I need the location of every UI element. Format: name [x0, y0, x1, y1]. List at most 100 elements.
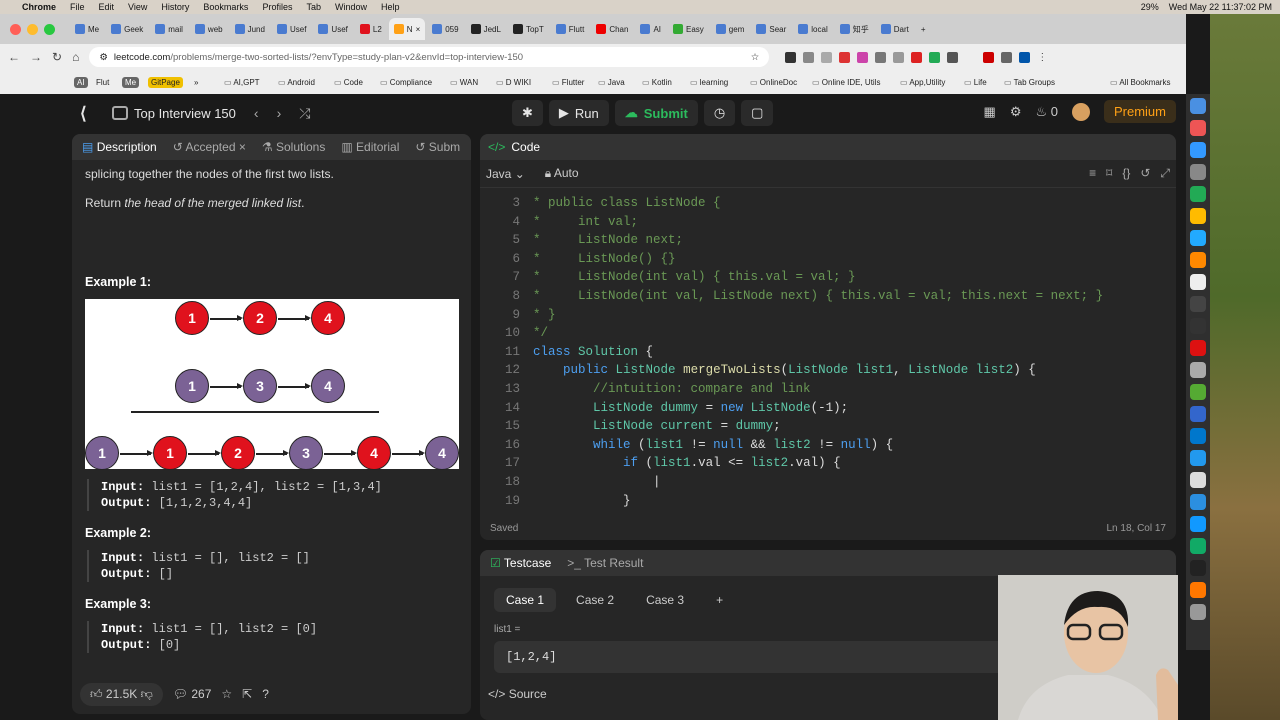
all-bookmarks[interactable]: All Bookmarks [1110, 78, 1170, 87]
app-icon[interactable] [1190, 186, 1206, 202]
tab-editorial[interactable]: ▥ Editorial [341, 140, 399, 154]
puzzle-icon[interactable] [947, 51, 959, 63]
tab-testcase[interactable]: ☑ Testcase [490, 556, 551, 570]
back-icon[interactable]: ← [8, 50, 20, 64]
bookmark-folder[interactable]: Life [964, 78, 987, 87]
browser-tab[interactable]: L2 [355, 18, 387, 40]
tab-test-result[interactable]: >_ Test Result [567, 556, 643, 570]
vscode-icon[interactable] [1190, 428, 1206, 444]
avatar[interactable] [1071, 102, 1090, 121]
bookmark-folder[interactable]: Kotlin [642, 78, 672, 87]
extension-icon[interactable] [785, 51, 797, 63]
code-editor[interactable]: 3 * public class ListNode {4 * int val; 5 * … [480, 188, 1176, 514]
browser-tab[interactable]: Dart [876, 18, 914, 40]
browser-tab[interactable]: web [190, 18, 228, 40]
address-bar[interactable]: ⚙ leetcode.com/problems/merge-two-sorted… [89, 47, 770, 67]
extension-icon[interactable] [929, 51, 941, 63]
browser-tab[interactable]: Sear [751, 18, 791, 40]
browser-tab[interactable]: Easy [668, 18, 709, 40]
streak-counter[interactable]: ♨ 0 [1035, 104, 1058, 120]
case-2-button[interactable]: Case 2 [564, 588, 626, 612]
bookmark-folder[interactable]: learning [690, 78, 728, 87]
code-line[interactable]: * ListNode next; [533, 231, 683, 250]
bookmark-item[interactable]: AI [74, 76, 88, 88]
minimize-window-button[interactable] [27, 24, 38, 35]
bookmark-folder[interactable]: Online IDE, Utils [812, 78, 881, 87]
layout-icon[interactable]: ▦ [984, 104, 996, 120]
app-icon[interactable] [1190, 494, 1206, 510]
code-line[interactable]: * ListNode(int val) { this.val = val; } [533, 268, 856, 287]
home-icon[interactable]: ⌂ [72, 50, 79, 64]
reload-icon[interactable]: ↻ [52, 50, 62, 64]
app-icon[interactable] [1190, 98, 1206, 114]
bookmark-item[interactable]: Flut [96, 78, 109, 87]
bookmark-folder[interactable]: OnlineDoc [750, 78, 797, 87]
menu-profiles[interactable]: Profiles [262, 2, 292, 12]
bookmark-folder[interactable]: Java [598, 78, 625, 87]
extension-icon[interactable] [821, 51, 833, 63]
app-icon[interactable] [1190, 164, 1206, 180]
tab-solutions[interactable]: ⚗ Solutions [262, 140, 325, 154]
profile-icon[interactable] [1019, 51, 1031, 63]
browser-tab[interactable]: Me [70, 18, 104, 40]
browser-tab[interactable]: JedL [466, 18, 506, 40]
code-line[interactable]: if (list1.val <= list2.val) { [533, 454, 841, 473]
forward-icon[interactable]: → [30, 50, 42, 64]
code-line[interactable]: class Solution { [533, 343, 653, 362]
bookmark-folder[interactable]: Code [334, 78, 363, 87]
code-line[interactable]: ListNode current = dummy; [533, 417, 781, 436]
extension-icon[interactable] [857, 51, 869, 63]
bookmark-folder[interactable]: Android [278, 78, 315, 87]
menu-app-name[interactable]: Chrome [22, 2, 56, 12]
bookmark-folder[interactable]: AI,GPT [224, 78, 259, 87]
vlc-icon[interactable] [1190, 582, 1206, 598]
leetcode-logo-icon[interactable]: ⟨ [80, 104, 98, 123]
debug-icon[interactable]: ✱ [512, 100, 543, 126]
code-line[interactable]: * public class ListNode { [533, 194, 721, 213]
code-line[interactable]: ListNode dummy = new ListNode(-1); [533, 399, 848, 418]
more-bookmarks-icon[interactable]: » [194, 78, 198, 87]
browser-tab[interactable]: Flutt [551, 18, 590, 40]
browser-tab[interactable]: Usef [313, 18, 352, 40]
browser-tab[interactable]: gem [711, 18, 750, 40]
menu-tab[interactable]: Tab [306, 2, 321, 12]
browser-tab[interactable]: Geek [106, 18, 148, 40]
code-line[interactable]: //intuition: compare and link [533, 380, 811, 399]
menu-bookmarks[interactable]: Bookmarks [203, 2, 248, 12]
app-icon[interactable] [1190, 274, 1206, 290]
browser-tab[interactable]: mail [150, 18, 188, 40]
zoom-window-button[interactable] [44, 24, 55, 35]
format-icon[interactable]: ≡ [1089, 166, 1096, 181]
thumbs-down-icon[interactable]: 👎︎ [141, 687, 153, 701]
menu-help[interactable]: Help [381, 2, 400, 12]
submit-button[interactable]: ☁ Submit [614, 100, 698, 126]
code-line[interactable]: * ListNode() {} [533, 250, 676, 269]
app-icon[interactable] [1190, 340, 1206, 356]
app-icon[interactable] [1190, 318, 1206, 334]
browser-tab-active[interactable]: N × [388, 18, 426, 40]
browser-tab[interactable]: TopT [508, 18, 549, 40]
app-icon[interactable] [1190, 406, 1206, 422]
add-case-icon[interactable]: + [704, 588, 735, 612]
run-button[interactable]: ▶ Run [548, 100, 609, 126]
bookmark-folder[interactable]: App,Utility [900, 78, 945, 87]
bookmark-folder[interactable]: Tab Groups [1004, 78, 1055, 87]
new-tab-button[interactable]: + [916, 18, 931, 40]
bookmark-folder[interactable]: Flutter [552, 78, 585, 87]
battery-percent[interactable]: 29% [1141, 2, 1159, 12]
code-line[interactable]: while (list1 != null && list2 != null) { [533, 436, 893, 455]
share-icon[interactable]: ⇱ [242, 687, 252, 701]
bookmark-folder[interactable]: WAN [450, 78, 478, 87]
menu-view[interactable]: View [128, 2, 147, 12]
browser-tab[interactable]: Chan [591, 18, 633, 40]
menu-history[interactable]: History [161, 2, 189, 12]
trash-icon[interactable] [1190, 604, 1206, 620]
extension-icon[interactable] [983, 51, 995, 63]
menu-file[interactable]: File [70, 2, 85, 12]
code-line[interactable]: public ListNode mergeTwoLists(ListNode l… [533, 361, 1036, 380]
settings-gear-icon[interactable]: ⚙ [1010, 104, 1022, 120]
fullscreen-icon[interactable]: ⤢ [1160, 166, 1170, 181]
bookmark-icon[interactable]: ⌑ [1106, 166, 1112, 181]
extension-icon[interactable] [875, 51, 887, 63]
favorite-star-icon[interactable]: ☆ [221, 687, 232, 701]
